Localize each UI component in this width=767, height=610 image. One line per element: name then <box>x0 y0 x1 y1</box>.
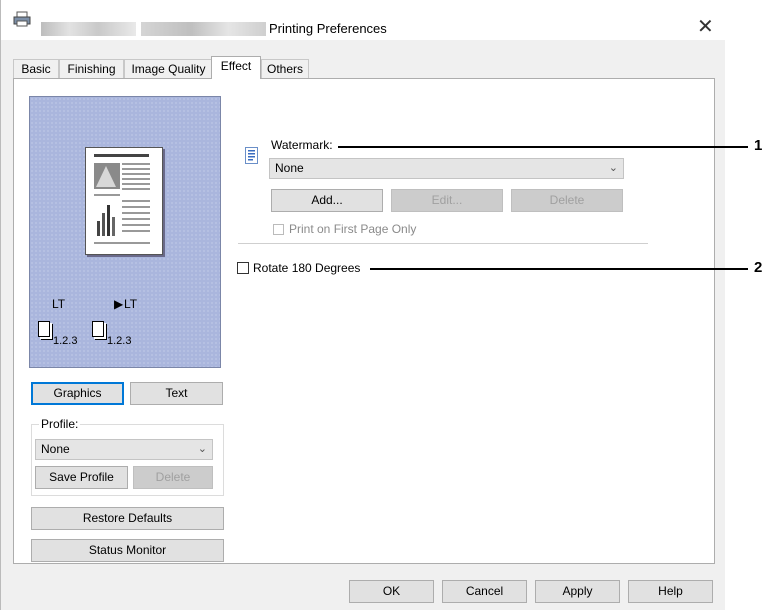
output-arrow-icon: ▶ <box>114 297 124 311</box>
callout-number-2: 2 <box>754 259 763 276</box>
printing-preferences-window: Printing Preferences ✕ Basic Finishing I… <box>0 0 726 610</box>
redacted-printer-model <box>141 22 266 36</box>
watermark-selected-value: None <box>275 161 304 175</box>
profile-selected-value: None <box>41 442 70 456</box>
redacted-printer-name <box>41 22 136 36</box>
tab-effect[interactable]: Effect <box>211 56 261 79</box>
tab-finishing[interactable]: Finishing <box>59 59 124 78</box>
output-page-order: 1.2.3 <box>107 335 132 347</box>
watermark-icon <box>245 147 258 164</box>
chevron-down-icon: ⌄ <box>608 162 618 174</box>
tab-others[interactable]: Others <box>261 59 309 78</box>
printer-icon <box>13 11 31 27</box>
add-watermark-button[interactable]: Add... <box>271 189 383 212</box>
section-divider <box>238 243 648 244</box>
restore-defaults-button[interactable]: Restore Defaults <box>31 507 224 530</box>
thumbnail-graphic <box>94 154 150 244</box>
print-preview: LT ▶ LT 1.2.3 1.2.3 <box>29 96 221 368</box>
profile-select[interactable]: None ⌄ <box>35 439 213 460</box>
rotate-180-checkbox[interactable] <box>237 262 249 274</box>
status-monitor-button[interactable]: Status Monitor <box>31 539 224 562</box>
edit-watermark-button[interactable]: Edit... <box>391 189 503 212</box>
help-button[interactable]: Help <box>628 580 713 603</box>
watermark-label: Watermark: <box>271 138 333 152</box>
first-page-only-label: Print on First Page Only <box>289 222 417 236</box>
callout-line-1 <box>338 146 748 148</box>
output-stack-icon <box>92 321 104 337</box>
output-paper-size: LT <box>124 297 138 311</box>
first-page-only-checkbox[interactable] <box>273 224 284 235</box>
close-icon[interactable]: ✕ <box>697 17 714 37</box>
callout-line-2 <box>370 268 748 270</box>
cancel-button[interactable]: Cancel <box>442 580 527 603</box>
watermark-select[interactable]: None ⌄ <box>269 158 624 179</box>
save-profile-button[interactable]: Save Profile <box>35 466 128 489</box>
chevron-down-icon: ⌄ <box>197 443 207 455</box>
window-title: Printing Preferences <box>269 21 387 36</box>
apply-button[interactable]: Apply <box>535 580 620 603</box>
text-button[interactable]: Text <box>130 382 223 405</box>
delete-profile-button[interactable]: Delete <box>133 466 213 489</box>
callout-number-1: 1 <box>754 137 763 154</box>
graphics-button[interactable]: Graphics <box>31 382 124 405</box>
tab-basic[interactable]: Basic <box>13 59 59 78</box>
delete-watermark-button[interactable]: Delete <box>511 189 623 212</box>
source-stack-icon <box>38 321 50 337</box>
page-thumbnail <box>85 147 163 255</box>
profile-label: Profile: <box>39 417 81 431</box>
source-paper-size: LT <box>52 297 66 311</box>
title-bar: Printing Preferences ✕ <box>1 0 726 40</box>
tab-image-quality[interactable]: Image Quality <box>124 59 213 78</box>
source-page-order: 1.2.3 <box>53 335 78 347</box>
ok-button[interactable]: OK <box>349 580 434 603</box>
rotate-180-label: Rotate 180 Degrees <box>253 261 361 275</box>
